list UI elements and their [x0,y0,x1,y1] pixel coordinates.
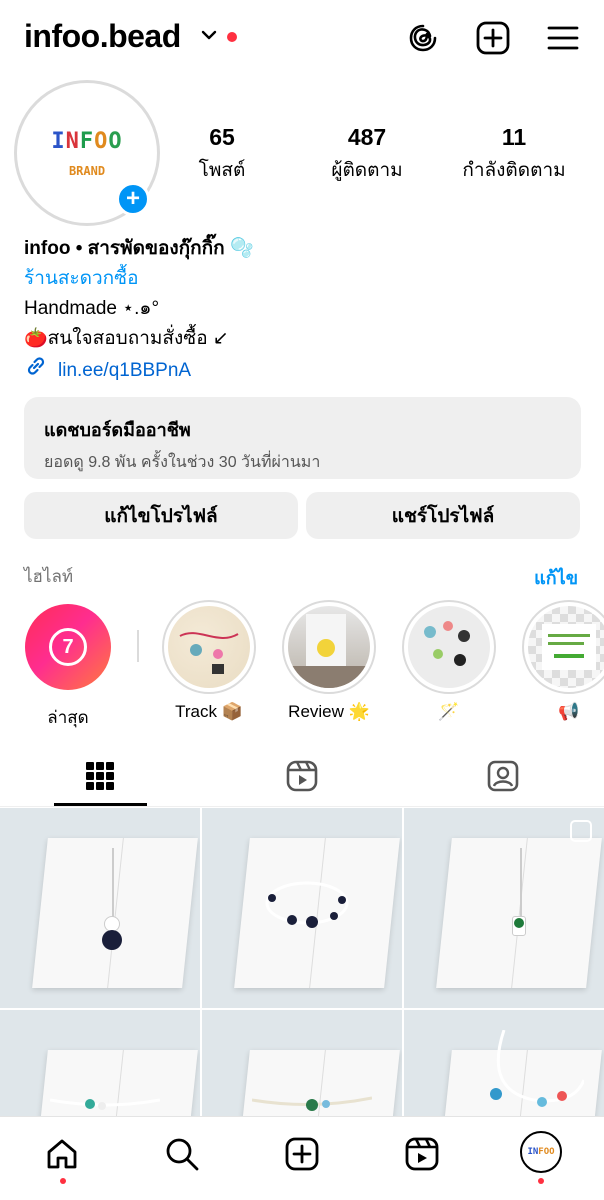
category-label[interactable]: ร้านสะดวกซื้อ [24,264,584,294]
add-story-button[interactable]: + [116,182,150,216]
notification-dot [227,32,237,42]
link-text: lin.ee/q1BBPnA [58,360,192,381]
share-profile-button[interactable]: แชร์โปรไฟล์ [306,492,580,539]
chevron-down-icon[interactable] [200,26,218,49]
highlight-cover [288,606,370,688]
highlights-edit-link[interactable]: แก้ไข [534,563,578,592]
create-icon[interactable] [475,20,511,56]
notification-dot [60,1178,66,1184]
reels-icon[interactable] [282,756,322,796]
highlight-track[interactable]: Track 📦 [161,600,257,722]
highlight-cover [528,606,604,688]
divider [137,630,139,662]
stat-value: 65 [209,124,235,150]
highlight-cover [168,606,250,688]
bio-link[interactable]: lin.ee/q1BBPnA [24,354,584,388]
dashboard-title: แดชบอร์ดมืออาชีพ [44,420,191,440]
top-bar: infoo.bead [0,0,604,76]
display-name: infoo • สารพัดของกุ๊กกิ๊ก 🫧 [24,238,254,259]
profile-avatar[interactable]: IN FOO [520,1131,562,1173]
search-icon[interactable] [162,1134,202,1174]
stat-posts[interactable]: 65 โพสต์ [196,124,248,185]
stat-followers[interactable]: 487 ผู้ติดตาม [325,124,409,185]
edit-profile-button[interactable]: แก้ไขโปรไฟล์ [24,492,298,539]
post-thumbnail[interactable] [0,808,200,1008]
highlight-announce[interactable]: 📢 [521,600,604,722]
highlight-label: Review 🌟 [288,702,370,721]
bio-line: Handmade ⋆.๑° [24,298,160,319]
notification-dot [538,1178,544,1184]
stat-following[interactable]: 11 กำลังติดตาม [458,124,570,185]
stat-label: ผู้ติดตาม [331,160,403,181]
divider [0,806,604,807]
bio-line: 🍅สนใจสอบถามสั่งซื้อ ↙ [24,328,229,349]
latest-badge: 7 [49,628,87,666]
highlight-cover [408,606,490,688]
profile-username[interactable]: infoo.bead [24,18,181,55]
stat-label: กำลังติดตาม [462,160,566,181]
tagged-icon[interactable] [483,756,523,796]
grid-icon[interactable] [80,756,120,796]
logo-subtext: BRAND [68,163,106,178]
highlight-wand[interactable]: 🪄 [401,600,497,722]
dashboard-subtitle: ยอดดู 9.8 พัน ครั้งในช่วง 30 วันที่ผ่านม… [44,454,321,471]
link-icon [24,354,48,388]
stat-value: 487 [347,124,387,150]
reels-icon[interactable] [402,1134,442,1174]
post-thumbnail[interactable] [404,808,604,1008]
stat-value: 11 [501,124,527,150]
highlight-label: Track 📦 [175,702,243,721]
highlight-label: 🪄 [438,702,460,721]
logo-text: INFOO [51,128,123,154]
highlights-title: ไฮไลท์ [24,567,74,586]
profile-bio: infoo • สารพัดของกุ๊กกิ๊ก 🫧 ร้านสะดวกซื้… [24,234,584,388]
stat-label: โพสต์ [198,160,246,181]
highlight-latest[interactable]: 7 ล่าสุด [20,600,116,731]
highlight-review[interactable]: Review 🌟 [281,600,377,722]
multi-post-icon [570,820,592,842]
home-icon[interactable] [42,1134,82,1174]
highlight-label: ล่าสุด [47,708,89,727]
threads-icon[interactable] [405,20,441,56]
highlight-label: 📢 [558,702,580,721]
professional-dashboard[interactable]: แดชบอร์ดมืออาชีพ ยอดดู 9.8 พัน ครั้งในช่… [24,397,581,479]
post-thumbnail[interactable] [202,808,402,1008]
menu-icon[interactable] [545,20,581,56]
create-icon[interactable] [282,1134,322,1174]
latest-icon: 7 [25,604,111,690]
